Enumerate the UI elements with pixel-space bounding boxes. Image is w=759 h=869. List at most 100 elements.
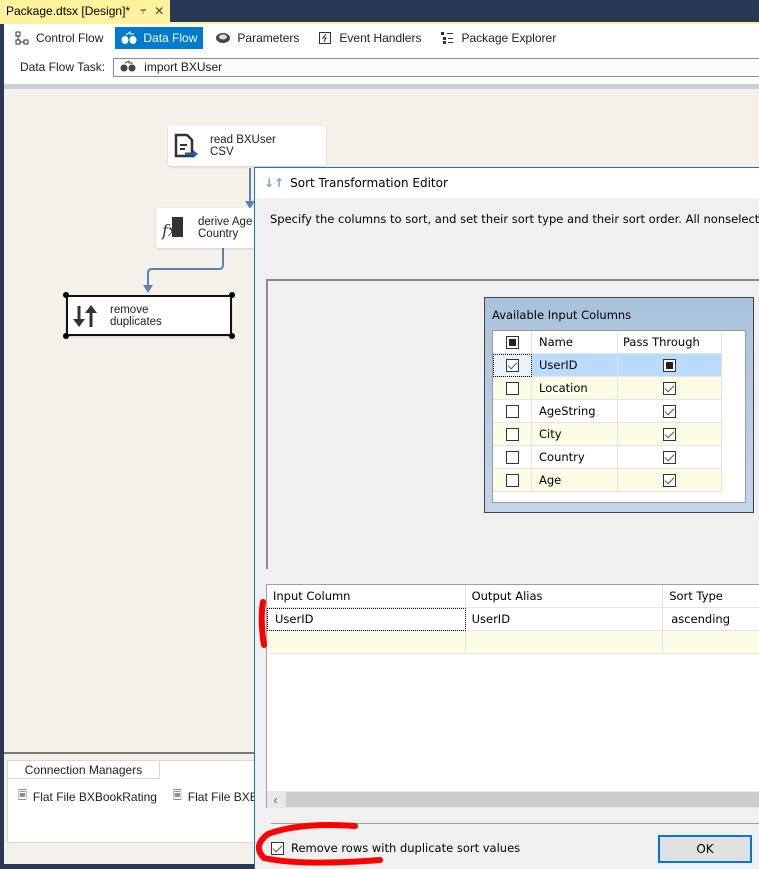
data-flow-task-row: Data Flow Task: import BXUser <box>4 54 759 80</box>
event-handlers-icon <box>317 31 333 45</box>
column-select-checkbox[interactable] <box>505 427 519 441</box>
tab-label: Data Flow <box>143 31 198 45</box>
tab-event-handlers[interactable]: Event Handlers <box>311 27 427 49</box>
component-remove-duplicates[interactable]: remove duplicates <box>63 292 235 339</box>
new-row[interactable] <box>267 631 759 654</box>
tab-label: Parameters <box>237 31 300 45</box>
data-flow-task-select[interactable]: import BXUser <box>113 57 759 77</box>
table-row[interactable]: City <box>493 423 745 446</box>
tab-data-flow[interactable]: Data Flow <box>115 27 204 49</box>
resize-handle[interactable] <box>229 292 235 298</box>
sort-type-cell[interactable]: ascending <box>663 608 759 631</box>
sort-columns-grid: Input Column Output Alias Sort Type User… <box>266 584 759 808</box>
input-column-cell[interactable]: UserID <box>267 608 466 631</box>
connection-manager-item[interactable]: 🗏 Flat File BXBookRating <box>18 787 157 806</box>
select-all-checkbox[interactable] <box>505 335 519 349</box>
column-select-checkbox[interactable] <box>505 473 519 487</box>
pin-icon[interactable]: ⫧ <box>140 5 146 18</box>
header-input-column[interactable]: Input Column <box>267 585 466 608</box>
dialog-description: Specify the columns to sort, and set the… <box>270 212 759 226</box>
column-select-checkbox[interactable] <box>505 381 519 395</box>
grid-header-row: Name Pass Through <box>493 331 745 354</box>
tab-control-flow[interactable]: Control Flow <box>8 27 109 49</box>
package-explorer-icon <box>439 31 455 45</box>
component-label: remove duplicates <box>110 303 162 328</box>
control-flow-icon <box>14 31 30 45</box>
remove-duplicates-checkbox[interactable] <box>271 841 284 855</box>
component-derive-age-country[interactable]: fx derive Age Country <box>156 208 266 248</box>
connection-managers-tab[interactable]: Connection Managers <box>8 761 160 779</box>
available-input-columns-box[interactable]: Available Input Columns Name Pass Throug… <box>484 297 754 513</box>
data-flow-icon <box>121 31 137 45</box>
header-sort-type[interactable]: Sort Type <box>663 585 759 608</box>
svg-text:fx: fx <box>161 221 177 240</box>
table-row[interactable]: Country <box>493 446 745 469</box>
table-row[interactable]: Age <box>493 469 745 492</box>
dialog-title: Sort Transformation Editor <box>290 176 448 190</box>
pass-through-checkbox[interactable] <box>663 450 676 464</box>
resize-handle[interactable] <box>63 333 69 339</box>
column-name: AgeString <box>532 400 618 423</box>
resize-handle[interactable] <box>63 292 69 298</box>
parameters-icon <box>215 31 231 45</box>
column-select-checkbox[interactable] <box>505 358 519 372</box>
dialog-title-bar[interactable]: ↓↑ Sort Transformation Editor <box>255 168 759 198</box>
data-flow-task-value: import BXUser <box>144 60 223 74</box>
table-row[interactable]: UserID <box>493 354 745 377</box>
column-name: Country <box>532 446 618 469</box>
column-name: Location <box>532 377 618 400</box>
tab-package-explorer[interactable]: Package Explorer <box>433 27 562 49</box>
connection-managers-box: Connection Managers 🗏 Flat File BXBookRa… <box>7 760 271 843</box>
pass-through-checkbox[interactable] <box>663 358 676 372</box>
data-flow-task-icon <box>120 59 136 75</box>
separator <box>271 823 759 824</box>
tab-label: Package Explorer <box>461 31 557 45</box>
table-row[interactable]: AgeString <box>493 400 745 423</box>
available-input-columns-grid: Name Pass Through UserID Location AgeStr… <box>492 330 746 503</box>
column-name: UserID <box>532 354 618 377</box>
column-select-checkbox[interactable] <box>505 404 519 418</box>
resize-handle[interactable] <box>229 333 235 339</box>
sort-transformation-editor-dialog: ↓↑ Sort Transformation Editor Specify th… <box>254 167 759 869</box>
remove-duplicates-option[interactable]: Remove rows with duplicate sort values <box>271 841 520 855</box>
column-name: Age <box>532 469 618 492</box>
sort-icon: ↓↑ <box>264 176 285 190</box>
column-name: City <box>532 423 618 446</box>
grid-header-name[interactable]: Name <box>532 331 618 354</box>
sort-type-cell[interactable] <box>663 631 759 654</box>
header-output-alias[interactable]: Output Alias <box>465 585 664 608</box>
pass-through-checkbox[interactable] <box>663 427 676 441</box>
tab-label: Control Flow <box>36 31 104 45</box>
column-select-checkbox[interactable] <box>505 450 519 464</box>
ok-button[interactable]: OK <box>658 835 752 863</box>
remove-duplicates-label: Remove rows with duplicate sort values <box>291 841 521 855</box>
component-label: read BXUser CSV <box>210 134 276 158</box>
table-row[interactable]: Location <box>493 377 745 400</box>
document-tab-title: Package.dtsx [Design]* <box>6 4 131 18</box>
pass-through-checkbox[interactable] <box>663 473 676 487</box>
output-alias-cell[interactable] <box>465 631 664 654</box>
scroll-left-icon[interactable]: ‹ <box>267 793 284 807</box>
tab-parameters[interactable]: Parameters <box>209 27 305 49</box>
horizontal-scrollbar[interactable]: ‹ <box>267 791 759 808</box>
flat-file-source-icon <box>168 132 202 160</box>
available-columns-pane: Available Input Columns Name Pass Throug… <box>266 279 759 569</box>
flat-file-connection-icon: 🗏 <box>172 790 182 802</box>
sort-icon <box>68 303 102 329</box>
document-tab[interactable]: Package.dtsx [Design]* ⫧ ✕ <box>0 0 170 22</box>
designer-tabs: Control Flow Data Flow Parameters Event … <box>4 24 759 52</box>
pass-through-checkbox[interactable] <box>663 404 676 418</box>
connection-managers-list: 🗏 Flat File BXBookRating 🗏 Flat File BXB… <box>18 787 287 806</box>
table-row[interactable]: UserID UserID ascending <box>267 608 759 631</box>
component-read-bxuser-csv[interactable]: read BXUser CSV <box>168 126 326 166</box>
pass-through-checkbox[interactable] <box>663 381 676 395</box>
close-icon[interactable]: ✕ <box>154 4 164 18</box>
grid-header-pass-through[interactable]: Pass Through <box>618 331 722 354</box>
output-alias-cell[interactable]: UserID <box>465 608 664 631</box>
component-label: derive Age Country <box>198 216 253 240</box>
grid-header-row: Input Column Output Alias Sort Type <box>267 585 759 608</box>
scrollbar-thumb[interactable] <box>286 792 759 807</box>
available-input-columns-title: Available Input Columns <box>492 308 632 322</box>
input-column-cell[interactable] <box>267 631 466 654</box>
flat-file-connection-icon: 🗏 <box>18 790 27 802</box>
